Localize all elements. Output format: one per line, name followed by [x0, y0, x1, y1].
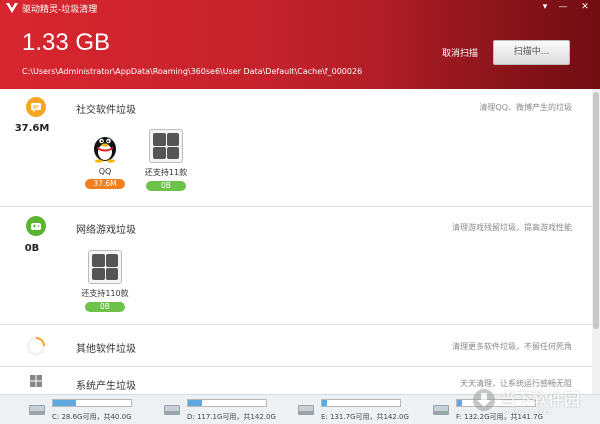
app-item-qq[interactable]: QQ 37.6M: [80, 129, 130, 189]
game-grid-icon: [88, 250, 122, 284]
app-label: 还支持110款: [81, 289, 129, 298]
drive-usage-fill: [188, 400, 203, 406]
download-arrow-icon: [473, 389, 495, 411]
section-amount: 37.6M: [14, 123, 50, 134]
drive-d: D: 117.1G可用，共142.0G: [163, 395, 303, 424]
section-title: 系统产生垃圾: [76, 381, 136, 392]
app-label: 还支持11款: [144, 168, 188, 177]
menu-dropdown-button[interactable]: ▾: [538, 2, 552, 12]
drive-usage-bar: [52, 399, 132, 407]
drive-e: E: 131.7G可用，共142.0G: [297, 395, 437, 424]
section-other-software: 其他软件垃圾 清理更多软件垃圾，不留任何死角: [0, 325, 600, 367]
qq-penguin-icon: [88, 129, 122, 163]
hard-drive-icon: [298, 405, 314, 415]
app-label: QQ: [98, 167, 112, 176]
app-size-badge: 0B: [85, 302, 125, 312]
section-description: 清理游戏残留垃圾，提高游戏性能: [452, 223, 572, 232]
gamepad-icon: [26, 216, 46, 236]
section-title: 社交软件垃圾: [76, 105, 136, 116]
close-button[interactable]: ✕: [578, 2, 592, 12]
drive-usage-bar: [187, 399, 267, 407]
app-logo-icon: [6, 3, 18, 13]
scrollbar-thumb[interactable]: [593, 92, 599, 329]
drive-c: C: 28.6G可用，共40.0G: [28, 395, 168, 424]
section-description: 清理更多软件垃圾，不留任何死角: [452, 342, 572, 351]
app-size-badge: 37.6M: [85, 179, 125, 189]
loading-spinner-icon: [26, 336, 46, 356]
section-title: 其他软件垃圾: [76, 344, 136, 355]
minimize-button[interactable]: —: [556, 2, 570, 12]
app-grid-icon: [149, 129, 183, 163]
hard-drive-icon: [29, 405, 45, 415]
hard-drive-icon: [433, 405, 449, 415]
drive-info: D: 117.1G可用，共142.0G: [187, 413, 276, 421]
scanned-size: 1.33 GB: [22, 29, 111, 56]
section-description: 清理QQ、微博产生的垃圾: [479, 103, 572, 112]
drive-info: C: 28.6G可用，共40.0G: [52, 413, 132, 421]
drive-usage-fill: [322, 400, 328, 406]
watermark-url: downxia.com: [504, 408, 551, 416]
windows-logo-icon: [30, 375, 42, 387]
chat-bubble-icon: [26, 97, 46, 117]
drive-usage-bar: [321, 399, 401, 407]
header-banner: 驱动精灵-垃圾清理 ▾ — ✕ 1.33 GB C:\Users\Adminis…: [0, 0, 600, 89]
current-scan-path: C:\Users\Administrator\AppData\Roaming\3…: [22, 67, 363, 76]
app-size-badge: 0B: [146, 181, 186, 191]
app-item-more-games[interactable]: 还支持110款 0B: [80, 250, 130, 312]
window-title: 驱动精灵-垃圾清理: [22, 5, 98, 15]
app-item-more-social[interactable]: 还支持11款 0B: [141, 129, 191, 191]
cancel-scan-link[interactable]: 取消扫描: [442, 46, 478, 59]
drive-info: E: 131.7G可用，共142.0G: [321, 413, 409, 421]
section-amount: 0B: [24, 243, 40, 254]
section-title: 网络游戏垃圾: [76, 225, 136, 236]
watermark-text: 当下软件园: [500, 390, 581, 409]
section-social-software: 37.6M 社交软件垃圾 清理QQ、微博产生的垃圾 QQ 37.6M 还支持11…: [0, 89, 600, 207]
drive-usage-fill: [53, 400, 76, 406]
drive-usage-fill: [457, 400, 463, 406]
hard-drive-icon: [164, 405, 180, 415]
watermark: 当下软件园 downxia.com: [468, 384, 600, 424]
scan-button[interactable]: 扫描中...: [493, 40, 570, 65]
section-online-games: 0B 网络游戏垃圾 清理游戏残留垃圾，提高游戏性能 还支持110款 0B: [0, 207, 600, 325]
